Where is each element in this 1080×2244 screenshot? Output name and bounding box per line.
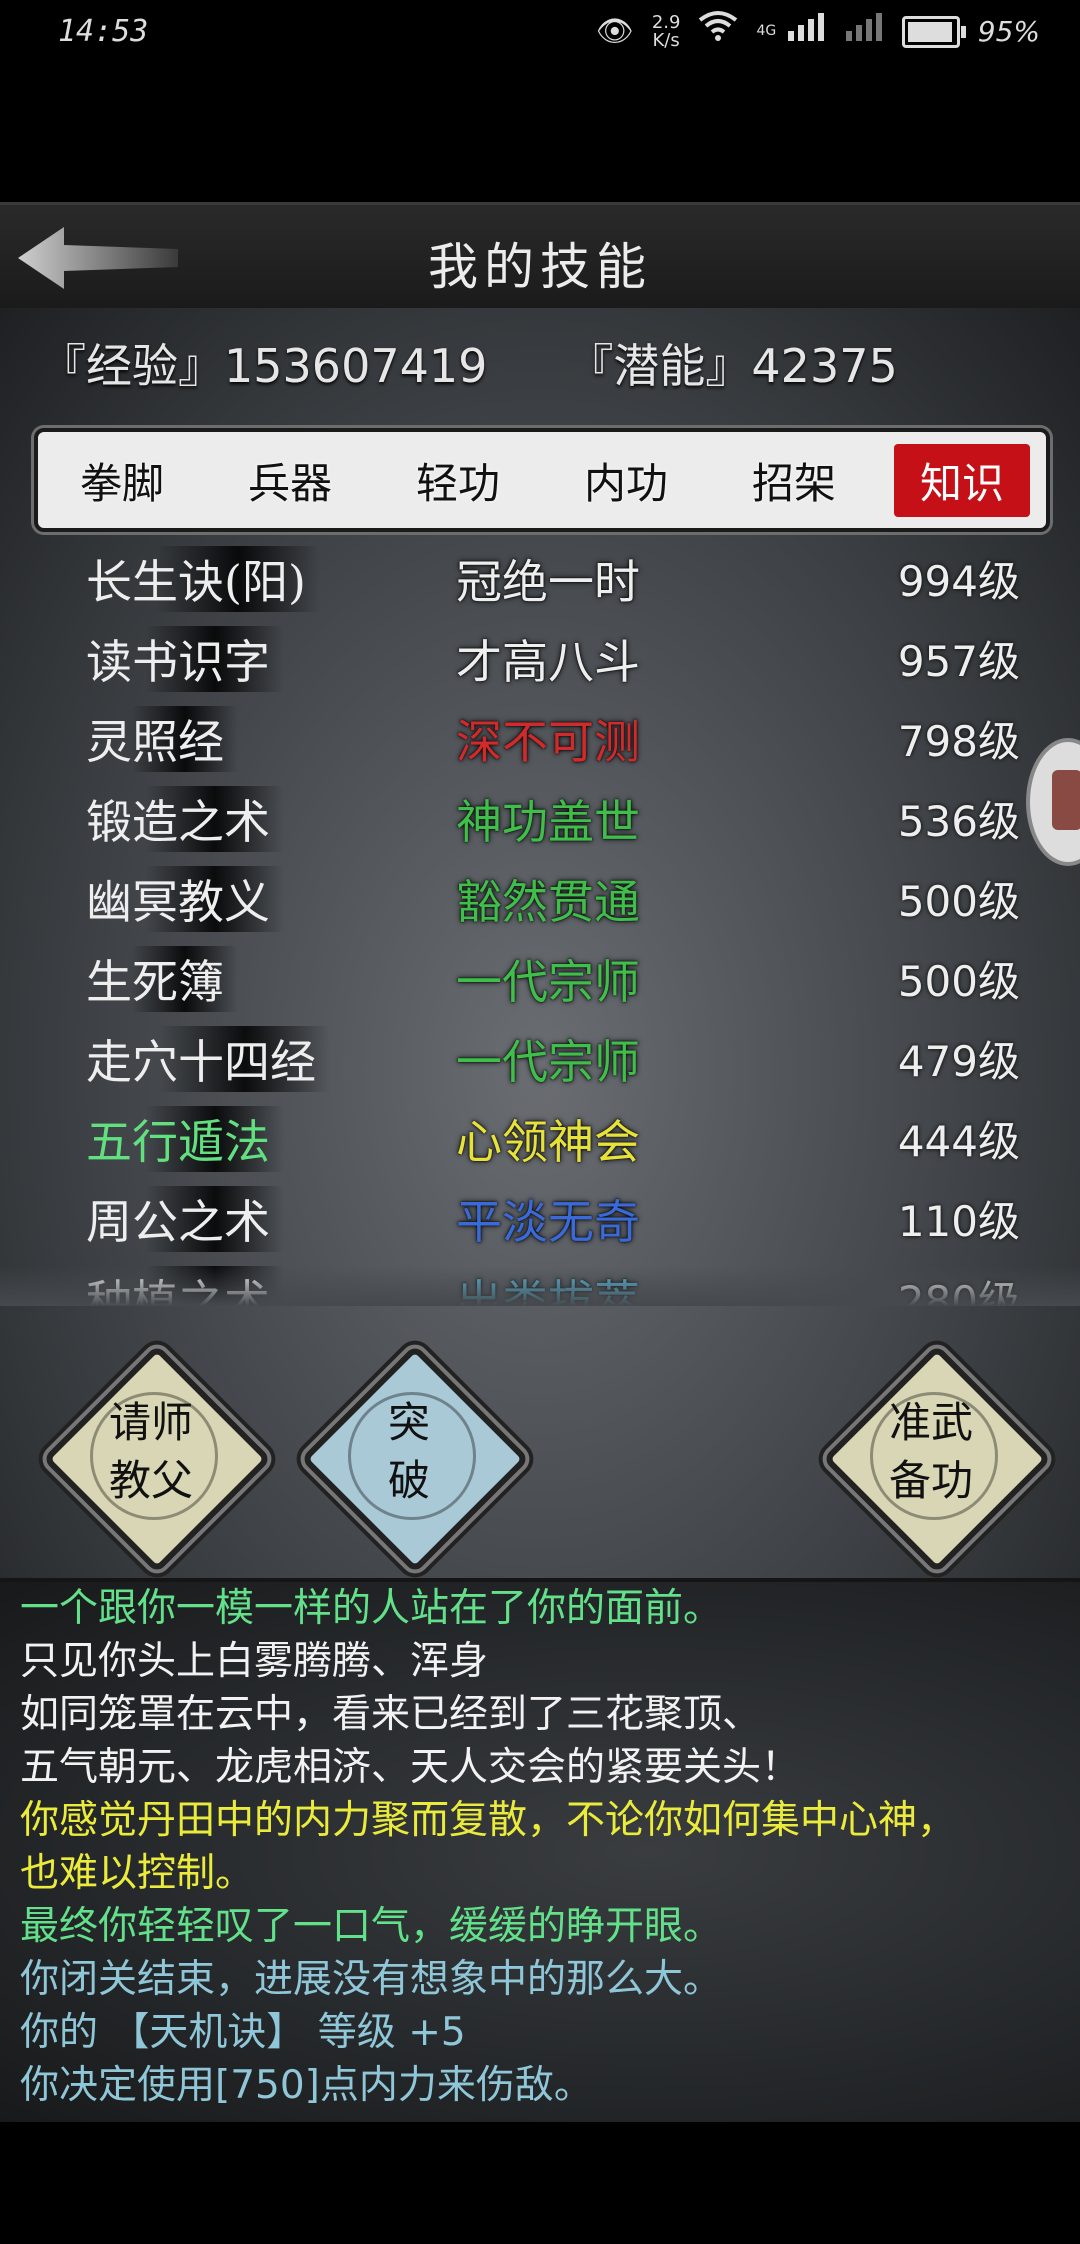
- log-line: 你闭关结束，进展没有想象中的那么大。: [20, 1957, 723, 2002]
- skill-level: 994级: [897, 557, 1020, 606]
- eye-icon: 👁: [595, 13, 634, 49]
- log-line: 只见你头上白雾腾腾、浑身: [20, 1639, 489, 1684]
- log-line: 五气朝元、龙虎相济、天人交会的紧要关头！: [20, 1745, 801, 1790]
- skill-name: 五行遁法: [86, 1106, 284, 1172]
- skill-rank: 才高八斗: [456, 635, 640, 689]
- skill-row[interactable]: 五行遁法 心领神会 444级: [0, 1096, 1080, 1176]
- teacher-button[interactable]: 请师 教父: [42, 1344, 272, 1574]
- signal-icon: 4G: [756, 11, 825, 52]
- skill-row[interactable]: 幽冥教义 豁然贯通 500级: [0, 856, 1080, 936]
- breakthrough-button-label: 突 破: [387, 1398, 430, 1505]
- tab-fist[interactable]: 拳脚: [54, 444, 190, 517]
- skill-level: 500级: [897, 877, 1020, 926]
- status-bar: 14:53 👁 2.9 K/s 4G 95%: [0, 0, 1080, 64]
- tab-knowledge[interactable]: 知识: [893, 443, 1030, 517]
- log-line: 最终你轻轻叹了一口气，缓缓的睁开眼。: [20, 1904, 723, 1949]
- skill-level: 536级: [897, 797, 1020, 846]
- skill-level: 110级: [897, 1197, 1020, 1246]
- battery-icon: [901, 15, 966, 48]
- skill-name: 走穴十四经: [86, 1026, 330, 1092]
- skill-name: 生死簿: [86, 946, 238, 1012]
- skill-rank: 神功盖世: [456, 795, 640, 849]
- page-title: 我的技能: [428, 238, 652, 296]
- log-line: 你感觉丹田中的内力聚而复散，不论你如何集中心神，: [20, 1798, 957, 1843]
- network-type: 4G: [756, 23, 777, 39]
- skill-rank: 一代宗师: [456, 955, 640, 1009]
- tab-parry[interactable]: 招架: [726, 444, 862, 517]
- skill-name: 幽冥教义: [86, 866, 284, 932]
- prepare-button-label: 准武 备功: [888, 1398, 973, 1505]
- log-line: 如同笼罩在云中，看来已经到了三花聚顶、: [20, 1692, 762, 1737]
- skill-name: 锻造之术: [86, 786, 284, 852]
- skill-level: 798级: [897, 717, 1020, 766]
- breakthrough-button[interactable]: 突 破: [300, 1344, 530, 1574]
- skill-row[interactable]: 锻造之术 神功盖世 536级: [0, 776, 1080, 856]
- stats-bar: 『经验』153607419 『潜能』42375: [40, 330, 898, 396]
- skill-row[interactable]: 读书识字 才高八斗 957级: [0, 616, 1080, 696]
- skill-name: 周公之术: [86, 1186, 284, 1252]
- message-log[interactable]: 一个跟你一模一样的人站在了你的面前。 只见你头上白雾腾腾、浑身如同笼罩在云中，看来…: [0, 1578, 1080, 2122]
- tab-weapon[interactable]: 兵器: [222, 444, 358, 517]
- skill-rank: 冠绝一时: [456, 555, 640, 609]
- potential-value: 『潜能』42375: [567, 339, 898, 393]
- header-bar: 我的技能: [0, 202, 1080, 314]
- skill-rank: 一代宗师: [456, 1035, 640, 1089]
- status-icons: 👁 2.9 K/s 4G 95%: [596, 10, 1040, 53]
- skill-row[interactable]: 灵照经 深不可测 798级: [0, 696, 1080, 776]
- net-speed: 2.9 K/s: [652, 13, 681, 51]
- skill-row[interactable]: 长生诀(阳) 冠绝一时 994级: [0, 536, 1080, 616]
- skill-name: 长生诀(阳): [86, 546, 320, 612]
- skill-level: 957级: [897, 637, 1020, 686]
- battery-percent: 95%: [977, 15, 1040, 48]
- skill-row[interactable]: 周公之术 平淡无奇 110级: [0, 1176, 1080, 1256]
- skill-list[interactable]: 长生诀(阳) 冠绝一时 994级读书识字 才高八斗 957级灵照经 深不可测 798级锻造之…: [0, 536, 1080, 1306]
- log-line: 一个跟你一模一样的人站在了你的面前。: [20, 1586, 723, 1631]
- prepare-button[interactable]: 准武 备功: [822, 1344, 1052, 1574]
- log-line: 你决定使用[750]点内力来伤敌。: [20, 2063, 593, 2108]
- wifi-icon: [698, 10, 738, 53]
- skills-panel: 『经验』153607419 『潜能』42375 拳脚 兵器 轻功 内功 招架 知…: [0, 308, 1080, 1578]
- skill-tabs: 拳脚 兵器 轻功 内功 招架 知识: [34, 428, 1050, 532]
- skill-rank: 深不可测: [456, 715, 640, 769]
- skill-level: 444级: [897, 1117, 1020, 1166]
- skill-name: 灵照经: [86, 706, 238, 772]
- skill-name: 读书识字: [86, 626, 284, 692]
- tab-lightness[interactable]: 轻功: [390, 444, 526, 517]
- tab-internal[interactable]: 内功: [558, 444, 694, 517]
- exp-value: 『经验』153607419: [40, 339, 488, 393]
- status-time: 14:53: [58, 14, 149, 49]
- teacher-button-label: 请师 教父: [108, 1398, 193, 1505]
- net-speed-unit: K/s: [652, 29, 680, 51]
- skill-row[interactable]: 走穴十四经 一代宗师 479级: [0, 1016, 1080, 1096]
- skill-row[interactable]: 生死簿 一代宗师 500级: [0, 936, 1080, 1016]
- skill-rank: 平淡无奇: [456, 1195, 640, 1249]
- log-line: 你的 【天机诀】 等级 +5: [20, 2010, 466, 2055]
- skill-rank: 豁然贯通: [456, 875, 640, 929]
- list-fade: [0, 1266, 1080, 1306]
- skill-level: 479级: [897, 1037, 1020, 1086]
- skill-rank: 心领神会: [456, 1115, 640, 1169]
- log-line: 也难以控制。: [20, 1851, 255, 1896]
- signal-2-icon: [844, 11, 884, 52]
- skill-level: 500级: [897, 957, 1020, 1006]
